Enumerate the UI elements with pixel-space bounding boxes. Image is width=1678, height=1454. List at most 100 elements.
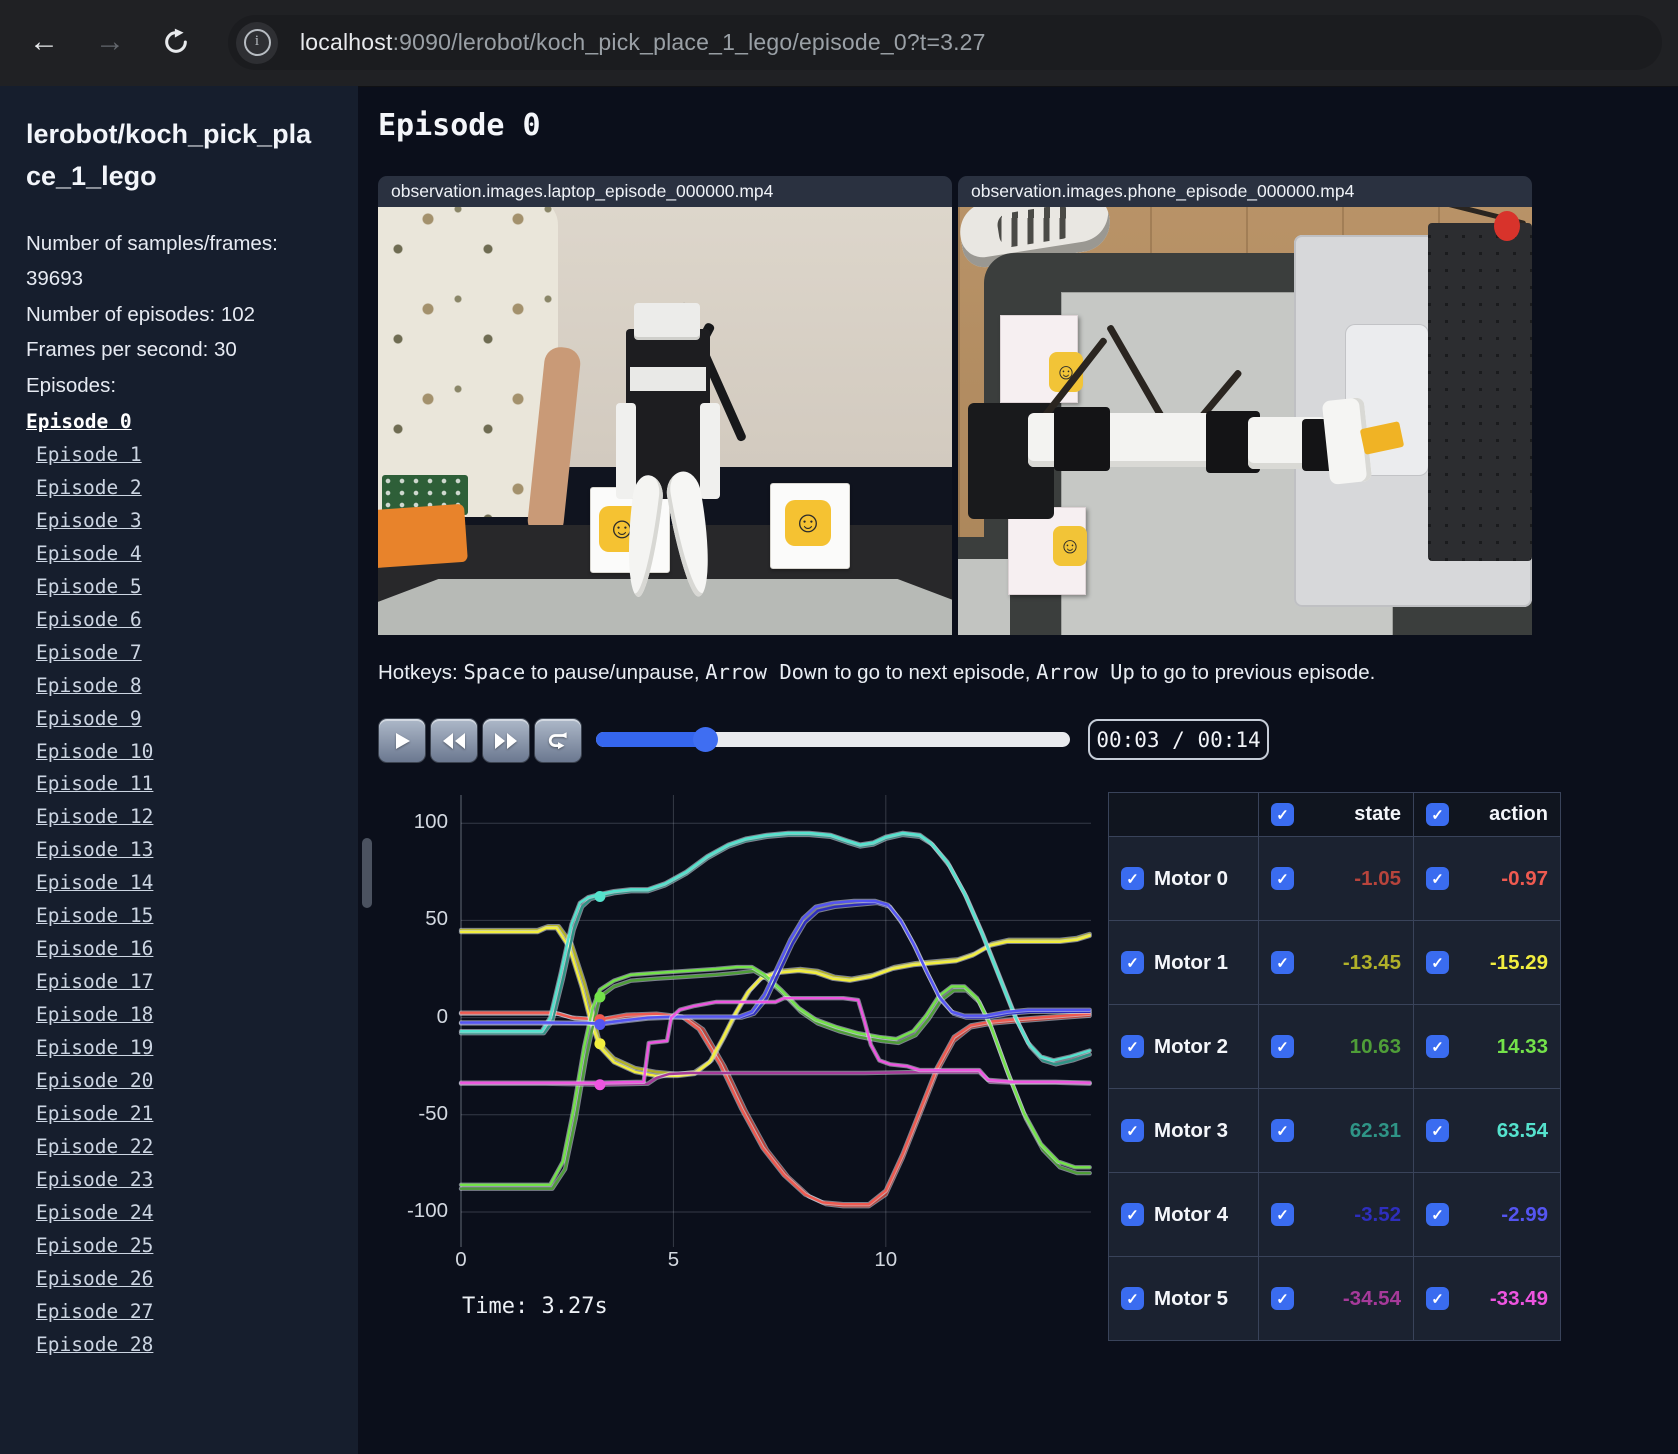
smiley-box: ☺ [770, 483, 850, 569]
table-body: Motor 0-1.05-0.97 Motor 1 -13.45 -15.29 Moto… [1109, 837, 1561, 1341]
info-icon[interactable]: i [236, 21, 278, 64]
motor-row: Motor 0 -1.05 -0.97 [1109, 837, 1561, 921]
sidebar-episode-link[interactable]: Episode 13 [36, 834, 336, 867]
slider-thumb[interactable] [693, 727, 719, 752]
video-laptop[interactable]: ☺ ☺ [378, 207, 952, 635]
sidebar-episode-link[interactable]: Episode 19 [36, 1032, 336, 1065]
sidebar-episode-link[interactable]: Episode 18 [36, 999, 336, 1032]
motor-label: Motor 3 [1154, 1118, 1229, 1142]
hotkey-text: to go to next episode, [828, 661, 1037, 684]
stat-line: Number of samples/frames: 39693 [26, 232, 278, 291]
episode-list: Episode 0 Episode 1 Episode 2 Episode 3 Epis… [26, 406, 336, 1362]
rewind-button[interactable] [430, 718, 478, 763]
motor-action-value: -33.49 [1489, 1286, 1548, 1310]
state-column-checkbox[interactable] [1271, 803, 1294, 826]
sidebar-episode-link[interactable]: Episode 3 [36, 505, 336, 538]
sidebar-episode-link[interactable]: Episode 7 [36, 637, 336, 670]
page: ← → i localhost:9090/lerobot/koch_pick_p… [0, 0, 1678, 1454]
sidebar-episode-link[interactable]: Episode 9 [36, 703, 336, 736]
back-arrow-icon[interactable]: ← [22, 20, 66, 64]
motor-label: Motor 1 [1154, 950, 1229, 974]
video-title-laptop: observation.images.laptop_episode_000000… [378, 176, 952, 207]
motor-state-checkbox[interactable] [1271, 1119, 1294, 1142]
sidebar-episode-link[interactable]: Episode 16 [36, 933, 336, 966]
video-phone[interactable]: ☺ ☺ [958, 207, 1532, 635]
seek-slider[interactable] [596, 727, 1070, 752]
sidebar-episode-link[interactable]: Episode 24 [36, 1197, 336, 1230]
sidebar-episode-link[interactable]: Episode 23 [36, 1164, 336, 1197]
motor-action-value: -0.97 [1501, 866, 1548, 890]
sidebar-episode-link[interactable]: Episode 12 [36, 801, 336, 834]
motor-action-checkbox[interactable] [1426, 1035, 1449, 1058]
motor-state-value: 10.63 [1349, 1034, 1401, 1058]
sidebar-episode-link[interactable]: Episode 2 [36, 472, 336, 505]
sidebar-episode-link[interactable]: Episode 8 [36, 670, 336, 703]
time-display: 00:03 / 00:14 [1088, 719, 1269, 760]
forward-arrow-icon[interactable]: → [88, 20, 132, 64]
motor-row: Motor 2 10.63 14.33 [1109, 1005, 1561, 1089]
motor-label: Motor 2 [1154, 1034, 1229, 1058]
fast-forward-button[interactable] [482, 718, 530, 763]
motor-state-checkbox[interactable] [1271, 1035, 1294, 1058]
sidebar-episode-link[interactable]: Episode 15 [36, 900, 336, 933]
sidebar-episode-link[interactable]: Episode 4 [36, 538, 336, 571]
sidebar-scrollbar[interactable] [362, 838, 372, 908]
url-text[interactable]: localhost:9090/lerobot/koch_pick_place_1… [300, 29, 986, 56]
sidebar-episode-link[interactable]: Episode 14 [36, 867, 336, 900]
loop-button[interactable] [534, 718, 582, 763]
motor-state-checkbox[interactable] [1271, 1287, 1294, 1310]
hotkey-text: to go to previous episode. [1134, 661, 1376, 684]
play-button[interactable] [378, 718, 426, 763]
sidebar-episode-link[interactable]: Episode 21 [36, 1098, 336, 1131]
motor-action-checkbox[interactable] [1426, 1287, 1449, 1310]
y-axis-tick: 100 [413, 810, 448, 834]
hotkey-key: Arrow Down [705, 660, 829, 684]
sidebar-episode-link[interactable]: Episode 25 [36, 1230, 336, 1263]
motor-action-checkbox[interactable] [1426, 1203, 1449, 1226]
action-column-checkbox[interactable] [1426, 803, 1449, 826]
sidebar-episode-link[interactable]: Episode 0 [26, 406, 336, 439]
sidebar-episode-link[interactable]: Episode 22 [36, 1131, 336, 1164]
sidebar-episode-link[interactable]: Episode 26 [36, 1263, 336, 1296]
motor-checkbox[interactable] [1121, 1203, 1144, 1226]
sidebar-episode-link[interactable]: Episode 27 [36, 1296, 336, 1329]
motor-action-checkbox[interactable] [1426, 951, 1449, 974]
sidebar-episode-link[interactable]: Episode 5 [36, 571, 336, 604]
motor-row: Motor 4 -3.52 -2.99 [1109, 1173, 1561, 1257]
motor-label: Motor 5 [1154, 1286, 1229, 1310]
sidebar-episode-link[interactable]: Episode 20 [36, 1065, 336, 1098]
motor-checkbox[interactable] [1121, 951, 1144, 974]
motor-state-checkbox[interactable] [1271, 1203, 1294, 1226]
motor-chart[interactable] [458, 795, 1092, 1247]
sidebar-episode-link[interactable]: Episode 1 [36, 439, 336, 472]
browser-toolbar: ← → i localhost:9090/lerobot/koch_pick_p… [0, 0, 1678, 87]
motor-checkbox[interactable] [1121, 1287, 1144, 1310]
table-header-row: state action [1109, 793, 1561, 837]
hotkey-text: to pause/unpause, [525, 661, 706, 684]
chart-time-label: Time: 3.27s [462, 1294, 608, 1319]
motor-checkbox[interactable] [1121, 1035, 1144, 1058]
motor-state-value: -13.45 [1342, 950, 1401, 974]
motor-action-value: -15.29 [1489, 950, 1548, 974]
x-axis-tick: 5 [667, 1248, 680, 1271]
episodes-label: Episodes: [26, 373, 117, 397]
motor-state-checkbox[interactable] [1271, 867, 1294, 890]
motor-checkbox[interactable] [1121, 867, 1144, 890]
sidebar-episode-link[interactable]: Episode 10 [36, 736, 336, 769]
sidebar-episode-link[interactable]: Episode 28 [36, 1329, 336, 1362]
state-header-label: state [1354, 803, 1401, 825]
sidebar: lerobot/koch_pick_place_1_lego Number of… [0, 86, 358, 1454]
stat-line: Frames per second: 30 [26, 338, 237, 362]
sidebar-episode-link[interactable]: Episode 6 [36, 604, 336, 637]
motor-action-checkbox[interactable] [1426, 867, 1449, 890]
motor-checkbox[interactable] [1121, 1119, 1144, 1142]
robot-motor [1054, 407, 1110, 471]
motor-state-checkbox[interactable] [1271, 951, 1294, 974]
motor-state-value: 62.31 [1349, 1118, 1401, 1142]
motor-label: Motor 0 [1154, 866, 1229, 890]
sidebar-episode-link[interactable]: Episode 17 [36, 966, 336, 999]
motor-action-checkbox[interactable] [1426, 1119, 1449, 1142]
url-bar[interactable]: i localhost:9090/lerobot/koch_pick_place… [228, 15, 1662, 70]
reload-icon[interactable] [154, 20, 198, 64]
sidebar-episode-link[interactable]: Episode 11 [36, 768, 336, 801]
